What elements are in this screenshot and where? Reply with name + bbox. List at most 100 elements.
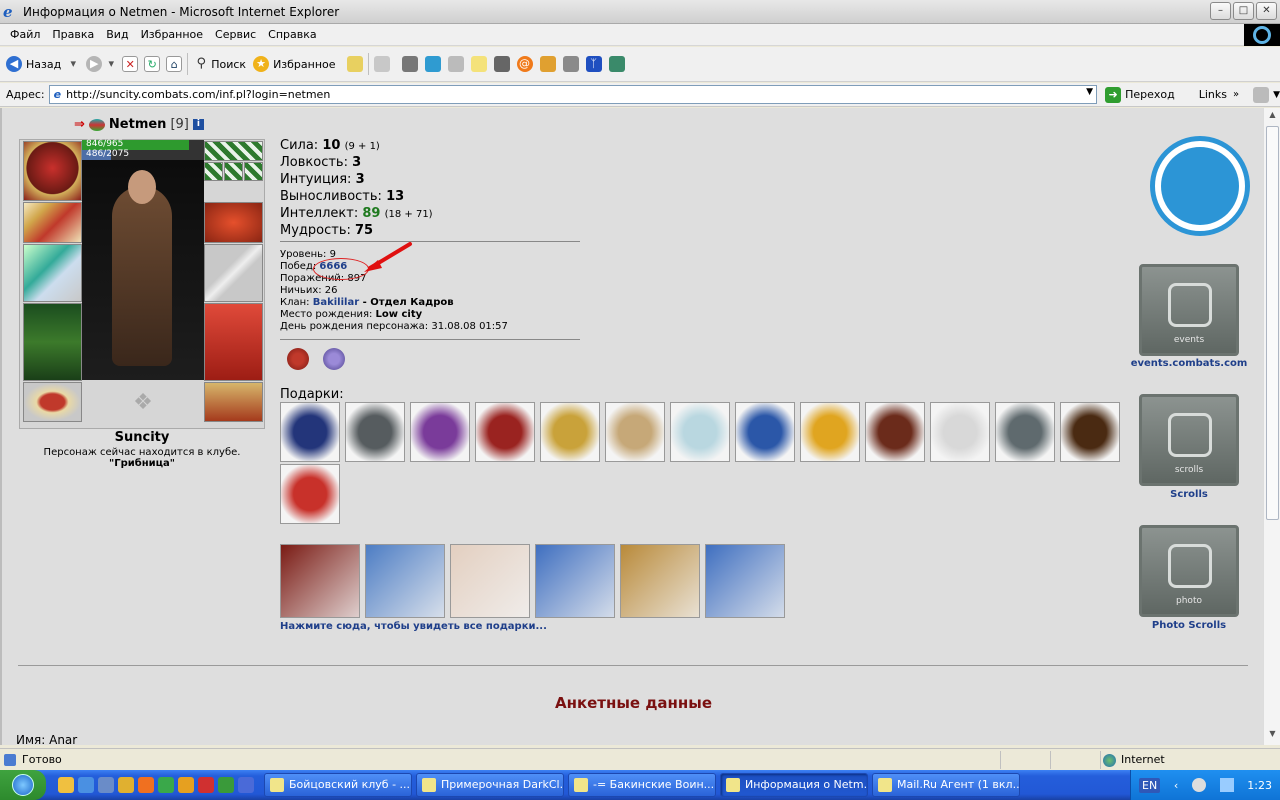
gift-item[interactable] [605,402,665,462]
go-button[interactable]: ➜ Переход [1105,86,1175,103]
character-avatar[interactable] [82,160,204,380]
menu-favorites[interactable]: Избранное [135,28,209,41]
address-dropdown-icon[interactable]: ▼ [1086,87,1093,97]
medal-icon[interactable] [287,348,309,370]
events-link[interactable]: events.combats.com [1127,358,1251,369]
stop-icon[interactable]: ✕ [122,56,139,72]
info-icon[interactable]: i [192,119,204,130]
private-arrow-icon[interactable]: ⇒ [74,117,85,132]
events-banner-icon[interactable]: events [1139,264,1239,356]
gift-item[interactable] [735,402,795,462]
menu-file[interactable]: Файл [4,28,46,41]
scroll-thumb[interactable] [1266,126,1279,520]
refresh-icon[interactable]: ↻ [144,56,161,72]
back-dropdown-icon[interactable]: ▾ [68,56,78,72]
quick-launch-icon[interactable] [58,777,74,793]
edit-icon[interactable] [447,56,464,72]
ring-slot-3[interactable] [244,162,263,181]
chat-icon[interactable] [539,56,556,72]
quick-launch-icon[interactable] [98,777,114,793]
search-button[interactable]: ⚲ Поиск [193,56,246,72]
taskbar-button[interactable]: Информация о Netm... [720,773,868,797]
greeting-card[interactable] [705,544,785,618]
greeting-card[interactable] [365,544,445,618]
back-button[interactable]: ◀ Назад [6,56,61,72]
gift-item[interactable] [475,402,535,462]
armor-slot[interactable] [23,303,82,381]
gift-item[interactable] [280,464,340,524]
gift-item[interactable] [930,402,990,462]
gift-item[interactable] [1060,402,1120,462]
taskbar-button[interactable]: -= Бакинские Воин... [568,773,716,797]
scroll-up-icon[interactable]: ▲ [1266,110,1279,124]
plugin-icon[interactable] [608,56,625,72]
favorites-button[interactable]: ★ Избранное [253,56,336,72]
greeting-card[interactable] [450,544,530,618]
print-icon[interactable] [401,56,418,72]
privacy-icon[interactable] [1050,750,1100,769]
all-gifts-link[interactable]: Нажмите сюда, чтобы увидеть все подарки.… [280,621,547,632]
address-input[interactable]: e http://suncity.combats.com/inf.pl?logi… [48,85,1098,104]
belt-slot[interactable] [23,382,82,422]
menu-tools[interactable]: Сервис [209,28,262,41]
gift-item[interactable] [800,402,860,462]
shield-slot[interactable] [204,244,263,302]
gift-item[interactable] [995,402,1055,462]
history-icon[interactable] [346,56,363,72]
extra-tool-dropdown-icon[interactable]: ▼ [1273,90,1280,100]
menu-view[interactable]: Вид [100,28,134,41]
extra-tool-icon[interactable] [1253,86,1270,103]
volume-icon[interactable] [1219,778,1234,792]
quick-launch-icon[interactable] [158,777,174,793]
gift-item[interactable] [345,402,405,462]
greeting-card[interactable] [535,544,615,618]
quick-launch-icon[interactable] [138,777,154,793]
gift-item[interactable] [410,402,470,462]
quick-launch-icon[interactable] [118,777,134,793]
scroll-down-icon[interactable]: ▼ [1266,729,1279,743]
scrolls-banner-icon[interactable]: scrolls [1139,394,1239,486]
maximize-button[interactable]: □ [1233,2,1254,20]
bluetooth-icon[interactable]: ᛉ [585,56,602,72]
minimize-button[interactable]: – [1210,2,1231,20]
vertical-scrollbar[interactable]: ▲ ▼ [1263,108,1280,745]
quick-launch-icon[interactable] [178,777,194,793]
tray-chevron-icon[interactable]: ‹ [1174,779,1178,792]
clan-link[interactable]: Bakililar [313,297,359,308]
quick-launch-icon[interactable] [238,777,254,793]
taskbar-button[interactable]: Mail.Ru Агент (1 вкл... [872,773,1020,797]
links-button[interactable]: Links [1199,88,1227,101]
notes-icon[interactable] [470,56,487,72]
weapon-slot[interactable] [23,244,82,302]
photo-scrolls-link[interactable]: Photo Scrolls [1127,620,1251,631]
ring-slot-2[interactable] [224,162,243,181]
taskbar-button[interactable]: Бойцовский клуб - ... [264,773,412,797]
network-icon[interactable] [1191,778,1206,792]
combats-logo-icon[interactable] [1150,136,1250,236]
bracer-slot[interactable] [23,202,82,243]
helmet-slot[interactable] [23,141,82,201]
scrolls-link[interactable]: Scrolls [1127,489,1251,500]
menu-edit[interactable]: Правка [46,28,100,41]
quick-launch-icon[interactable] [78,777,94,793]
gift-item[interactable] [540,402,600,462]
quick-launch-icon[interactable] [198,777,214,793]
legs-slot[interactable] [204,303,263,381]
at-icon[interactable]: @ [516,56,533,72]
ring-slot-1[interactable] [204,162,223,181]
close-button[interactable]: ✕ [1256,2,1277,20]
medal-icon[interactable] [323,348,345,370]
greeting-card[interactable] [280,544,360,618]
forward-dropdown-icon[interactable]: ▾ [106,56,116,72]
home-icon[interactable]: ⌂ [166,56,183,72]
photo-scrolls-banner-icon[interactable]: photo [1139,525,1239,617]
start-button[interactable] [0,770,46,800]
quick-launch-icon[interactable] [218,777,234,793]
forward-icon[interactable]: ▶ [86,56,103,72]
mail-icon[interactable] [373,56,390,72]
messenger-icon[interactable] [424,56,441,72]
tool-icon[interactable] [493,56,510,72]
language-indicator[interactable]: EN [1139,777,1161,793]
gift-item[interactable] [670,402,730,462]
research-icon[interactable] [562,56,579,72]
